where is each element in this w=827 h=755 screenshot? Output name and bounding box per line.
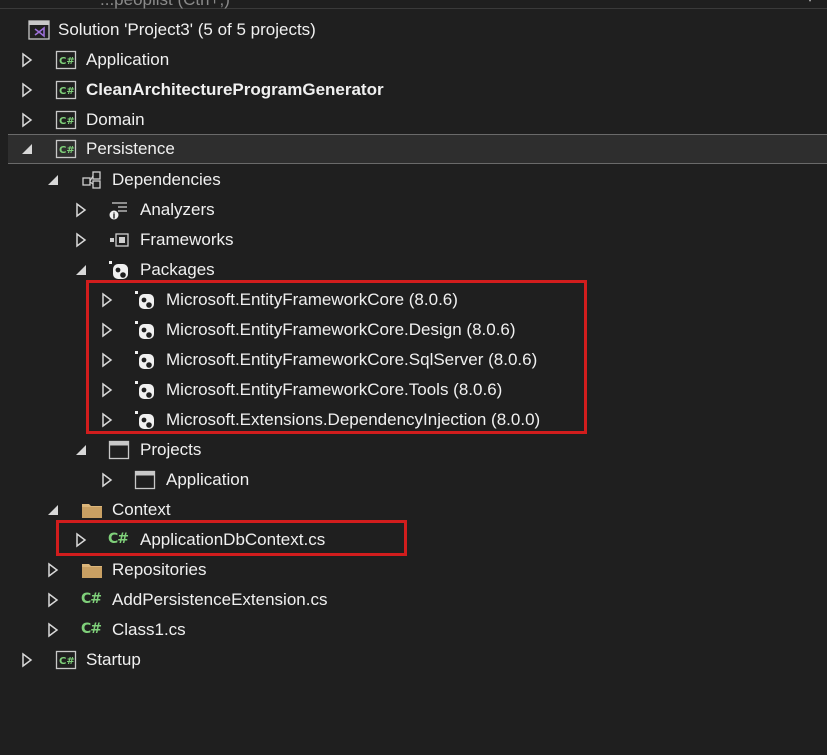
tree-row-file-class1[interactable]: C# Class1.cs xyxy=(0,615,827,645)
visual-studio-solution-icon xyxy=(28,20,50,40)
csharp-file-icon: C# xyxy=(108,531,129,547)
folder-label: Repositories xyxy=(112,560,207,579)
analyzers-icon: i xyxy=(108,200,130,221)
nuget-package-icon xyxy=(108,260,130,280)
folder-label: Context xyxy=(112,500,171,519)
file-label: Class1.cs xyxy=(112,620,186,639)
tree-row-folder-repositories[interactable]: Repositories xyxy=(0,555,827,585)
nuget-package-icon xyxy=(134,320,156,340)
expand-triangle-icon[interactable] xyxy=(74,532,88,548)
tree-row-dependencies[interactable]: Dependencies xyxy=(0,165,827,195)
collapse-triangle-icon[interactable] xyxy=(74,262,88,278)
expand-triangle-icon[interactable] xyxy=(46,592,60,608)
expand-triangle-icon[interactable] xyxy=(46,562,60,578)
expand-triangle-icon[interactable] xyxy=(100,472,114,488)
csharp-project-icon: C# xyxy=(55,110,77,130)
svg-text:C#: C# xyxy=(59,116,75,127)
tree-row-package[interactable]: Microsoft.EntityFrameworkCore.Design (8.… xyxy=(0,315,827,345)
tree-row-project-application[interactable]: C# Application xyxy=(0,45,827,75)
tree-row-solution[interactable]: Solution 'Project3' (5 of 5 projects) xyxy=(0,15,827,45)
expand-triangle-icon[interactable] xyxy=(20,52,34,68)
expand-triangle-icon[interactable] xyxy=(74,202,88,218)
packages-label: Packages xyxy=(140,260,215,279)
collapse-triangle-icon[interactable] xyxy=(20,141,34,157)
tree-row-package[interactable]: Microsoft.EntityFrameworkCore (8.0.6) xyxy=(0,285,827,315)
nuget-package-icon xyxy=(134,290,156,310)
tree-row-project-reference-application[interactable]: Application xyxy=(0,465,827,495)
tree-row-frameworks[interactable]: Frameworks xyxy=(0,225,827,255)
svg-text:C#: C# xyxy=(59,86,75,97)
svg-text:C#: C# xyxy=(59,656,75,667)
tree-row-project-references[interactable]: Projects xyxy=(0,435,827,465)
project-label: Startup xyxy=(86,650,141,669)
tree-row-file-applicationdbcontext[interactable]: C# ApplicationDbContext.cs xyxy=(0,525,827,555)
startup-project-label: CleanArchitectureProgramGenerator xyxy=(86,80,384,99)
expand-triangle-icon[interactable] xyxy=(100,412,114,428)
csharp-project-icon: C# xyxy=(55,650,77,670)
tree-row-project-domain[interactable]: C# Domain xyxy=(0,105,827,135)
project-label: Persistence xyxy=(86,139,175,158)
search-placeholder-fragment: ...peoplist (Ctrl+;) xyxy=(100,0,230,10)
expand-triangle-icon[interactable] xyxy=(100,382,114,398)
collapse-triangle-icon[interactable] xyxy=(74,442,88,458)
svg-text:i: i xyxy=(113,212,116,221)
tree-row-project-cleanarchitecture[interactable]: C# CleanArchitectureProgramGenerator xyxy=(0,75,827,105)
file-label: ApplicationDbContext.cs xyxy=(140,530,326,549)
nuget-package-icon xyxy=(134,380,156,400)
tree-row-package[interactable]: Microsoft.Extensions.DependencyInjection… xyxy=(0,405,827,435)
csharp-file-icon: C# xyxy=(81,621,102,637)
folder-icon xyxy=(81,560,103,580)
folder-icon xyxy=(81,500,103,520)
project-reference-icon xyxy=(108,440,130,460)
frameworks-label: Frameworks xyxy=(140,230,234,249)
tree-row-project-startup[interactable]: C# Startup xyxy=(0,645,827,675)
package-label: Microsoft.EntityFrameworkCore (8.0.6) xyxy=(166,290,458,309)
collapse-triangle-icon[interactable] xyxy=(46,172,60,188)
project-references-label: Projects xyxy=(140,440,202,459)
file-label: AddPersistenceExtension.cs xyxy=(112,590,328,609)
tree-row-analyzers[interactable]: i Analyzers xyxy=(0,195,827,225)
tree-row-folder-context[interactable]: Context xyxy=(0,495,827,525)
expand-triangle-icon[interactable] xyxy=(20,82,34,98)
frameworks-icon xyxy=(108,230,130,250)
tree-row-project-persistence[interactable]: C# Persistence xyxy=(8,134,827,164)
expand-triangle-icon[interactable] xyxy=(46,622,60,638)
csharp-file-icon: C# xyxy=(81,591,102,607)
csharp-project-icon: C# xyxy=(55,139,77,159)
dependencies-icon xyxy=(81,170,103,190)
expand-triangle-icon[interactable] xyxy=(100,352,114,368)
tree-row-package[interactable]: Microsoft.EntityFrameworkCore.Tools (8.0… xyxy=(0,375,827,405)
nuget-package-icon xyxy=(134,350,156,370)
csharp-project-icon: C# xyxy=(55,80,77,100)
expand-triangle-icon[interactable] xyxy=(100,292,114,308)
expand-triangle-icon[interactable] xyxy=(100,322,114,338)
package-label: Microsoft.EntityFrameworkCore.SqlServer … xyxy=(166,350,538,369)
package-label: Microsoft.Extensions.DependencyInjection… xyxy=(166,410,541,429)
dependencies-label: Dependencies xyxy=(112,170,221,189)
project-label: Domain xyxy=(86,110,145,129)
solution-label: Solution 'Project3' (5 of 5 projects) xyxy=(58,20,316,39)
nuget-package-icon xyxy=(134,410,156,430)
collapse-triangle-icon[interactable] xyxy=(46,502,60,518)
package-label: Microsoft.EntityFrameworkCore.Tools (8.0… xyxy=(166,380,503,399)
package-label: Microsoft.EntityFrameworkCore.Design (8.… xyxy=(166,320,516,339)
csharp-project-icon: C# xyxy=(55,50,77,70)
tree-row-packages[interactable]: Packages xyxy=(0,255,827,285)
dropdown-chevron-icon[interactable]: ▾ xyxy=(807,0,813,5)
svg-text:C#: C# xyxy=(59,56,75,67)
svg-text:C#: C# xyxy=(59,145,75,156)
search-bar-remnant[interactable]: ...peoplist (Ctrl+;) ▾ xyxy=(0,0,827,9)
analyzers-label: Analyzers xyxy=(140,200,215,219)
project-reference-label: Application xyxy=(166,470,250,489)
project-label: Application xyxy=(86,50,170,69)
tree-row-package[interactable]: Microsoft.EntityFrameworkCore.SqlServer … xyxy=(0,345,827,375)
expand-triangle-icon[interactable] xyxy=(20,112,34,128)
expand-triangle-icon[interactable] xyxy=(20,652,34,668)
tree-row-file-addpersistenceextension[interactable]: C# AddPersistenceExtension.cs xyxy=(0,585,827,615)
project-reference-icon xyxy=(134,470,156,490)
expand-triangle-icon[interactable] xyxy=(74,232,88,248)
